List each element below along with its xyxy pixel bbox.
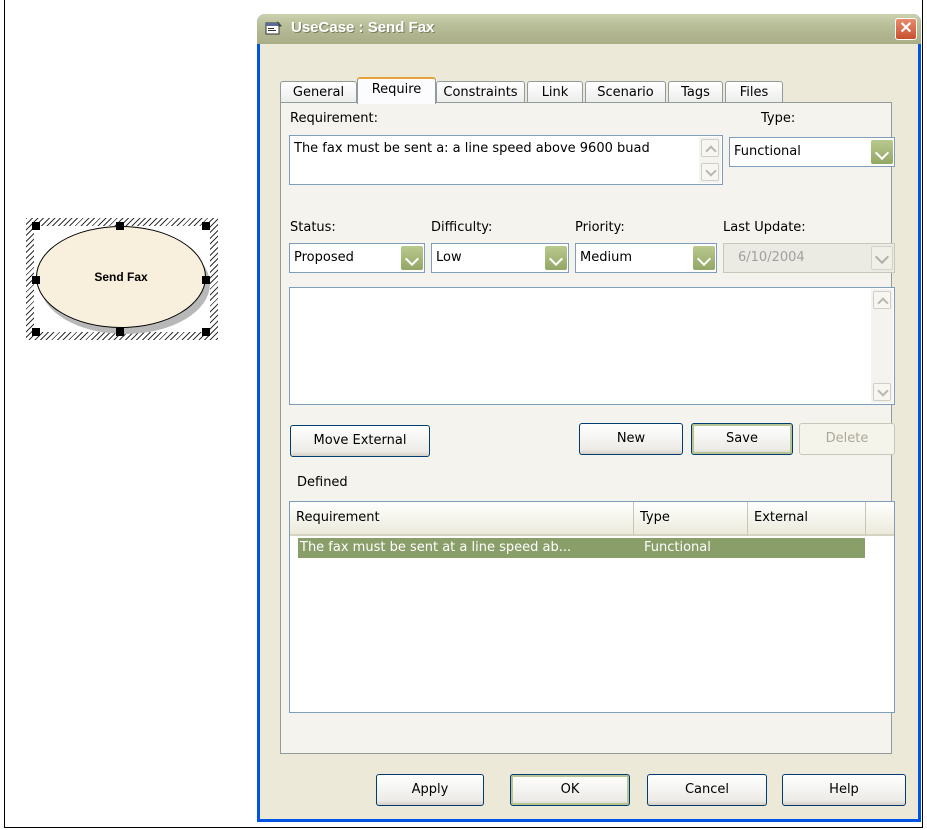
resize-handle-e[interactable]	[202, 276, 210, 284]
type-select[interactable]: Functional	[729, 137, 895, 167]
notes-scrollbar[interactable]	[871, 289, 893, 403]
last-update-value: 6/10/2004	[738, 250, 805, 265]
resize-handle-nw[interactable]	[32, 222, 40, 230]
save-button[interactable]: Save	[691, 423, 793, 455]
resize-handle-n[interactable]	[116, 222, 124, 230]
resize-handle-s[interactable]	[116, 328, 124, 336]
delete-label: Delete	[825, 431, 869, 446]
column-header-requirement[interactable]: Requirement	[290, 502, 634, 536]
tab-general[interactable]: General	[280, 81, 357, 103]
tab-link[interactable]: Link	[527, 81, 583, 103]
scroll-up-icon[interactable]	[873, 291, 891, 309]
dialog-title: UseCase : Send Fax	[291, 19, 435, 36]
notes-textarea[interactable]	[289, 287, 895, 405]
tab-constraints[interactable]: Constraints	[436, 81, 525, 103]
status-select[interactable]: Proposed	[289, 243, 425, 273]
cancel-button[interactable]: Cancel	[647, 774, 767, 806]
scroll-up-icon[interactable]	[701, 139, 719, 157]
delete-button: Delete	[799, 423, 895, 455]
ok-button[interactable]: OK	[510, 774, 630, 806]
row-requirement: The fax must be sent at a line speed ab.…	[300, 540, 572, 555]
resize-handle-sw[interactable]	[32, 328, 40, 336]
column-header-type[interactable]: Type	[634, 502, 748, 536]
save-label: Save	[726, 431, 758, 446]
row-type: Functional	[644, 540, 711, 555]
help-button[interactable]: Help	[782, 774, 906, 806]
require-tab-panel: Requirement: Type: The fax must be sent …	[280, 102, 895, 754]
apply-label: Apply	[411, 782, 449, 797]
type-label: Type:	[761, 111, 796, 126]
last-update-label: Last Update:	[723, 220, 806, 235]
requirement-label: Requirement:	[290, 111, 378, 126]
difficulty-select[interactable]: Low	[431, 243, 569, 273]
resize-handle-ne[interactable]	[202, 222, 210, 230]
type-value: Functional	[734, 144, 801, 159]
close-icon: ✕	[899, 20, 913, 37]
resize-handle-se[interactable]	[202, 328, 210, 336]
column-header-external[interactable]: External	[748, 502, 866, 536]
requirement-textarea[interactable]: The fax must be sent a: a line speed abo…	[289, 135, 723, 185]
column-header-filler	[866, 502, 894, 536]
scroll-down-icon[interactable]	[701, 163, 719, 181]
ok-label: OK	[560, 782, 580, 797]
move-external-label: Move External	[313, 433, 407, 448]
priority-value: Medium	[580, 250, 632, 265]
table-row[interactable]: The fax must be sent at a line speed ab.…	[298, 538, 865, 558]
chevron-down-icon[interactable]	[401, 246, 423, 270]
new-button[interactable]: New	[579, 423, 683, 455]
defined-label: Defined	[297, 475, 348, 490]
priority-label: Priority:	[575, 220, 625, 235]
properties-window-icon	[265, 21, 282, 35]
tab-scenario[interactable]: Scenario	[585, 81, 666, 103]
cancel-label: Cancel	[684, 782, 730, 797]
difficulty-label: Difficulty:	[431, 220, 493, 235]
requirements-list[interactable]: Requirement Type External The fax must b…	[289, 501, 895, 713]
tab-files[interactable]: Files	[725, 81, 783, 103]
chevron-down-icon	[871, 246, 893, 270]
resize-handle-w[interactable]	[32, 276, 40, 284]
title-bar[interactable]: UseCase : Send Fax ✕	[257, 14, 921, 44]
status-label: Status:	[290, 220, 336, 235]
usecase-label: Send Fax	[94, 270, 148, 284]
priority-select[interactable]: Medium	[575, 243, 717, 273]
last-update-date-picker: 6/10/2004	[723, 243, 895, 273]
requirement-scrollbar[interactable]	[699, 137, 721, 183]
help-label: Help	[829, 782, 859, 797]
tab-tags[interactable]: Tags	[668, 81, 723, 103]
requirement-text: The fax must be sent a: a line speed abo…	[294, 141, 650, 156]
usecase-properties-dialog: UseCase : Send Fax ✕ General Require Con…	[257, 14, 921, 822]
usecase-diagram-element[interactable]: Send Fax	[26, 218, 218, 340]
tab-require[interactable]: Require	[357, 77, 436, 104]
close-button[interactable]: ✕	[895, 18, 917, 40]
apply-button[interactable]: Apply	[376, 774, 484, 806]
usecase-ellipse[interactable]: Send Fax	[36, 226, 206, 328]
scroll-down-icon[interactable]	[873, 383, 891, 401]
move-external-button[interactable]: Move External	[290, 425, 430, 457]
chevron-down-icon[interactable]	[871, 140, 893, 164]
chevron-down-icon[interactable]	[545, 246, 567, 270]
difficulty-value: Low	[436, 250, 462, 265]
new-label: New	[616, 431, 646, 446]
status-value: Proposed	[294, 250, 354, 265]
chevron-down-icon[interactable]	[693, 246, 715, 270]
